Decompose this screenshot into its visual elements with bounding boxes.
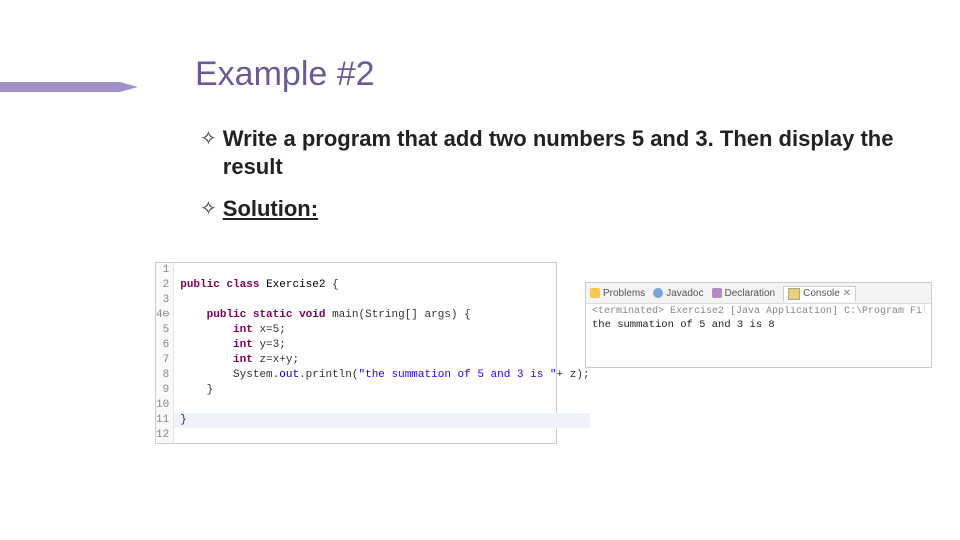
- tab-declaration[interactable]: Declaration: [712, 288, 776, 299]
- tab-console[interactable]: Console ✕: [783, 286, 856, 302]
- line-number: 9: [156, 383, 174, 398]
- javadoc-icon: [653, 288, 663, 298]
- diamond-icon: ✧: [200, 195, 217, 223]
- bullet-solution: ✧ Solution:: [200, 195, 920, 223]
- console-body: <terminated> Exercise2 [Java Application…: [586, 304, 931, 367]
- bullet-list: ✧ Write a program that add two numbers 5…: [200, 125, 920, 237]
- line-number: 11: [156, 413, 174, 428]
- code-line: 1: [156, 263, 590, 278]
- line-number: 4⊖: [156, 308, 174, 323]
- code-text: int x=5;: [174, 323, 590, 338]
- code-text: [174, 293, 590, 308]
- diamond-icon: ✧: [200, 125, 217, 153]
- code-text: int y=3;: [174, 338, 590, 353]
- code-line: 9 }: [156, 383, 590, 398]
- line-number: 8: [156, 368, 174, 383]
- code-line: 10: [156, 398, 590, 413]
- accent-bar: [0, 82, 120, 92]
- code-line: 2public class Exercise2 {: [156, 278, 590, 293]
- tab-javadoc[interactable]: Javadoc: [653, 288, 703, 299]
- line-number: 10: [156, 398, 174, 413]
- tab-javadoc-label: Javadoc: [666, 288, 703, 299]
- close-icon[interactable]: ✕: [843, 290, 851, 298]
- tab-console-label: Console: [803, 288, 840, 299]
- code-text: System.out.println("the summation of 5 a…: [174, 368, 590, 383]
- code-text: [174, 428, 590, 443]
- line-number: 2: [156, 278, 174, 293]
- problems-icon: [590, 288, 600, 298]
- code-text: int z=x+y;: [174, 353, 590, 368]
- code-line: 8 System.out.println("the summation of 5…: [156, 368, 590, 383]
- code-text: }: [174, 383, 590, 398]
- code-line: 4⊖ public static void main(String[] args…: [156, 308, 590, 323]
- console-output: the summation of 5 and 3 is 8: [592, 319, 925, 331]
- console-tabs: Problems Javadoc Declaration Console ✕: [586, 283, 931, 304]
- line-number: 7: [156, 353, 174, 368]
- bullet-solution-text: Solution:: [223, 195, 318, 223]
- code-text: public class Exercise2 {: [174, 278, 590, 293]
- bullet-problem: ✧ Write a program that add two numbers 5…: [200, 125, 920, 181]
- line-number: 6: [156, 338, 174, 353]
- code-editor: 12public class Exercise2 {34⊖ public sta…: [155, 262, 557, 444]
- code-line: 12: [156, 428, 590, 443]
- tab-problems-label: Problems: [603, 288, 645, 299]
- bullet-problem-text: Write a program that add two numbers 5 a…: [223, 125, 920, 181]
- code-line: 11}: [156, 413, 590, 428]
- console-status: <terminated> Exercise2 [Java Application…: [592, 306, 925, 317]
- code-line: 5 int x=5;: [156, 323, 590, 338]
- line-number: 5: [156, 323, 174, 338]
- line-number: 12: [156, 428, 174, 443]
- tab-declaration-label: Declaration: [725, 288, 776, 299]
- code-text: public static void main(String[] args) {: [174, 308, 590, 323]
- line-number: 1: [156, 263, 174, 278]
- code-line: 7 int z=x+y;: [156, 353, 590, 368]
- declaration-icon: [712, 288, 722, 298]
- code-text: [174, 263, 590, 278]
- line-number: 3: [156, 293, 174, 308]
- code-text: }: [174, 413, 590, 428]
- code-text: [174, 398, 590, 413]
- console-panel: Problems Javadoc Declaration Console ✕ <…: [585, 282, 932, 368]
- slide-title: Example #2: [195, 55, 375, 94]
- code-line: 6 int y=3;: [156, 338, 590, 353]
- code-line: 3: [156, 293, 590, 308]
- console-icon: [788, 288, 800, 300]
- tab-problems[interactable]: Problems: [590, 288, 645, 299]
